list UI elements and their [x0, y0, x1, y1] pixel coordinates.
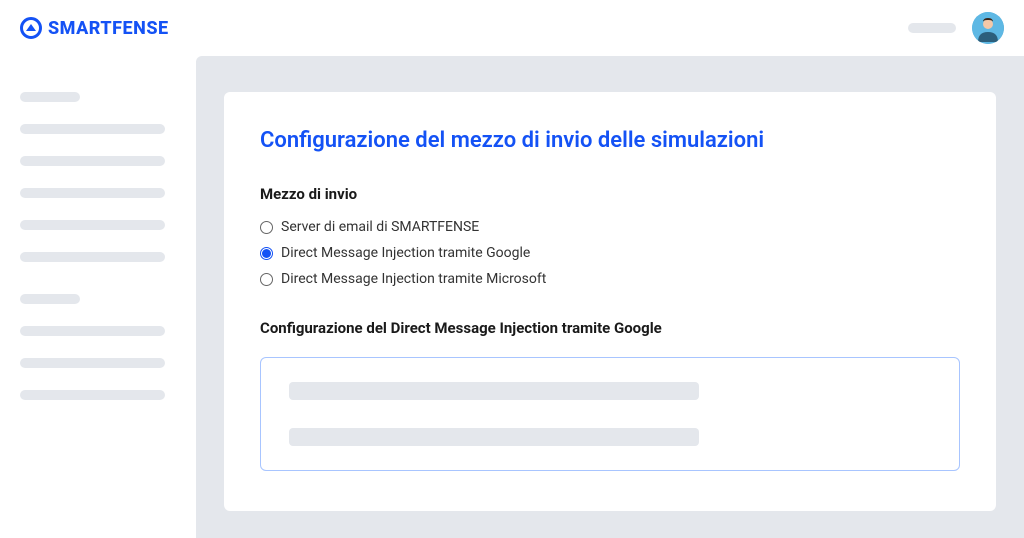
radio-indicator [260, 273, 273, 286]
radio-option-smartfense-email[interactable]: Server di email di SMARTFENSE [260, 219, 960, 235]
sidebar-item[interactable] [20, 220, 165, 230]
logo-icon [20, 17, 42, 39]
header-right [908, 12, 1004, 44]
subsection-label: Configurazione del Direct Message Inject… [260, 319, 960, 337]
sidebar-item[interactable] [20, 358, 165, 368]
main-container: Configurazione del mezzo di invio delle … [0, 56, 1024, 538]
section-label: Mezzo di invio [260, 185, 960, 203]
sidebar-item[interactable] [20, 92, 80, 102]
sidebar-group-1 [20, 92, 176, 262]
radio-indicator [260, 247, 273, 260]
radio-label: Direct Message Injection tramite Microso… [281, 271, 546, 287]
header: SMARTFENSE [0, 0, 1024, 56]
radio-option-microsoft-dmi[interactable]: Direct Message Injection tramite Microso… [260, 271, 960, 287]
config-field[interactable] [289, 382, 699, 400]
sidebar [0, 56, 196, 538]
radio-option-google-dmi[interactable]: Direct Message Injection tramite Google [260, 245, 960, 261]
radio-group-medium: Server di email di SMARTFENSE Direct Mes… [260, 219, 960, 287]
sidebar-item[interactable] [20, 252, 165, 262]
sidebar-item[interactable] [20, 188, 165, 198]
logo[interactable]: SMARTFENSE [20, 17, 169, 39]
logo-text: SMARTFENSE [48, 18, 169, 39]
radio-label: Server di email di SMARTFENSE [281, 219, 479, 235]
sidebar-item[interactable] [20, 294, 80, 304]
settings-card: Configurazione del mezzo di invio delle … [224, 92, 996, 511]
sidebar-item[interactable] [20, 156, 165, 166]
sidebar-item[interactable] [20, 390, 165, 400]
config-box [260, 357, 960, 471]
sidebar-item[interactable] [20, 326, 165, 336]
sidebar-group-2 [20, 294, 176, 400]
radio-indicator [260, 221, 273, 234]
sidebar-item[interactable] [20, 124, 165, 134]
page-title: Configurazione del mezzo di invio delle … [260, 128, 960, 153]
radio-label: Direct Message Injection tramite Google [281, 245, 530, 261]
avatar[interactable] [972, 12, 1004, 44]
content-area: Configurazione del mezzo di invio delle … [196, 56, 1024, 538]
config-field[interactable] [289, 428, 699, 446]
header-placeholder [908, 23, 956, 33]
avatar-icon [972, 12, 1004, 44]
